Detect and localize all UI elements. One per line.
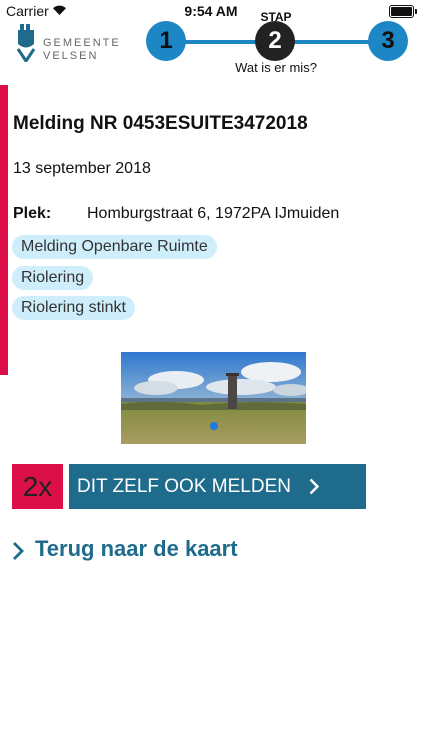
step-caption: Wat is er mis?: [235, 60, 317, 75]
report-too-button[interactable]: DIT ZELF OOK MELDEN: [69, 464, 366, 509]
step-1[interactable]: 1: [146, 21, 186, 61]
issue-tag: Riolering stinkt: [12, 296, 135, 320]
step-2-active[interactable]: 2: [255, 21, 295, 61]
location-value: Homburgstraat 6, 1972PA IJmuiden: [87, 205, 340, 222]
report-title: Melding NR 0453ESUITE3472018: [13, 113, 308, 134]
chevron-right-icon: [309, 478, 319, 495]
location-label: Plek:: [13, 205, 52, 222]
gemeente-velsen-logo: GEMEENTE VELSEN: [16, 24, 126, 64]
report-date: 13 september 2018: [13, 160, 151, 177]
logo-mark-icon: [16, 24, 36, 62]
step-indicator: STAP 1 2 3 Wat is er mis?: [146, 6, 408, 78]
step-3[interactable]: 3: [368, 21, 408, 61]
map-marker-icon: [210, 422, 218, 430]
report-photo[interactable]: [121, 352, 306, 444]
brand-line-1: GEMEENTE: [43, 37, 121, 49]
category-tag: Melding Openbare Ruimte: [12, 235, 217, 259]
report-count-badge: 2x: [12, 464, 63, 509]
accent-bar: [0, 85, 8, 375]
chevron-right-icon: [13, 542, 24, 560]
subcategory-tag: Riolering: [12, 266, 94, 290]
report-too-button-label: DIT ZELF OOK MELDEN: [77, 476, 291, 497]
brand-line-2: VELSEN: [43, 50, 99, 62]
back-to-map-label: Terug naar de kaart: [35, 536, 238, 561]
